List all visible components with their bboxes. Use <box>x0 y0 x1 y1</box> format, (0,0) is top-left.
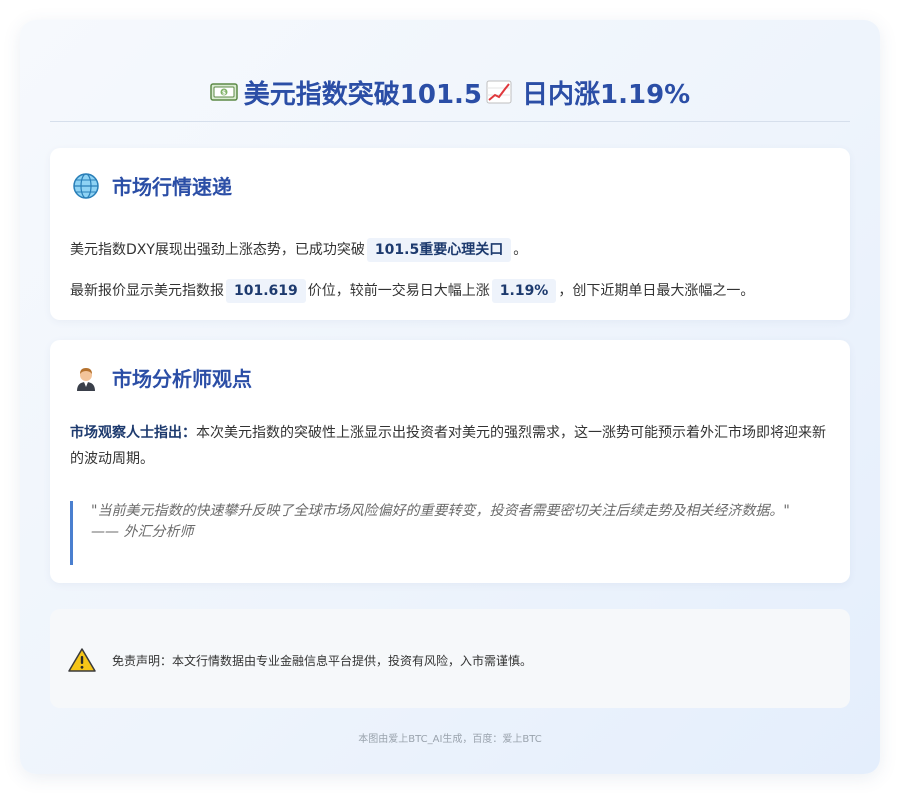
footer-credit: 本图由爱上BTC_AI生成，百度：爱上BTC <box>358 734 542 745</box>
title-text-main: 美元指数突破101.5 <box>243 79 483 110</box>
disclaimer-section: 免责声明：本文行情数据由专业金融信息平台提供，投资有风险，入市需谨慎。 <box>50 609 850 708</box>
market-section: 市场行情速递 美元指数DXY展现出强劲上涨态势，已成功突破 101.5重要心理关口… <box>50 148 850 320</box>
market-section-heading: 市场行情速递 <box>72 171 232 200</box>
analyst-section: 市场分析师观点 市场观察人士指出：本次美元指数的突破性上涨显示出投资者对美元的强… <box>50 340 850 583</box>
change-highlight: 1.19% <box>491 279 557 303</box>
p2-text-before: 最新报价显示美元指数报 <box>70 283 224 299</box>
office-worker-icon <box>77 367 95 391</box>
market-paragraph-2: 最新报价显示美元指数报 101.619 价位，较前一交易日大幅上涨 1.19% ，创下近… <box>70 278 830 304</box>
analyst-section-heading: 市场分析师观点 <box>72 363 252 392</box>
disclaimer: 免责声明：本文行情数据由专业金融信息平台提供，投资有风险，入市需谨慎。 <box>68 647 532 673</box>
analyst-lead-label: 市场观察人士指出： <box>70 425 196 441</box>
quote-text: "当前美元指数的快速攀升反映了全球市场风险偏好的重要转变，投资者需要密切关注后续… <box>91 503 790 519</box>
market-paragraph-1: 美元指数DXY展现出强劲上涨态势，已成功突破 101.5重要心理关口。 <box>70 237 830 263</box>
globe-icon <box>73 172 99 199</box>
chart-increasing-icon <box>486 80 512 104</box>
analyst-heading-text: 市场分析师观点 <box>112 367 252 391</box>
market-heading-text: 市场行情速递 <box>112 175 232 199</box>
p2-text-after: ，创下近期单日最大涨幅之一。 <box>558 283 755 299</box>
resistance-level-highlight: 101.5重要心理关口 <box>366 238 512 262</box>
price-highlight: 101.619 <box>226 279 306 303</box>
banknote-icon: $ <box>210 83 238 101</box>
warning-icon <box>68 648 96 672</box>
quote-source: —— 外汇分析师 <box>91 524 194 540</box>
analyst-paragraph: 市场观察人士指出：本次美元指数的突破性上涨显示出投资者对美元的强烈需求，这一涨势… <box>70 420 830 472</box>
title-divider <box>50 121 850 122</box>
p2-text-middle: 价位，较前一交易日大幅上涨 <box>307 283 490 299</box>
report-card: $ 美元指数突破101.5 日内涨1.19% 市场行情速递 美元指数DXY展现出… <box>20 20 880 774</box>
analyst-quote: "当前美元指数的快速攀升反映了全球市场风险偏好的重要转变，投资者需要密切关注后续… <box>70 501 834 565</box>
svg-text:$: $ <box>222 90 226 97</box>
page-title: $ 美元指数突破101.5 日内涨1.19% <box>50 72 850 112</box>
disclaimer-text: 免责声明：本文行情数据由专业金融信息平台提供，投资有风险，入市需谨慎。 <box>112 653 533 668</box>
title-text-change: 日内涨1.19% <box>522 79 691 110</box>
p1-text-before: 美元指数DXY展现出强劲上涨态势，已成功突破 <box>70 242 365 258</box>
p1-text-after: 。 <box>513 242 528 258</box>
